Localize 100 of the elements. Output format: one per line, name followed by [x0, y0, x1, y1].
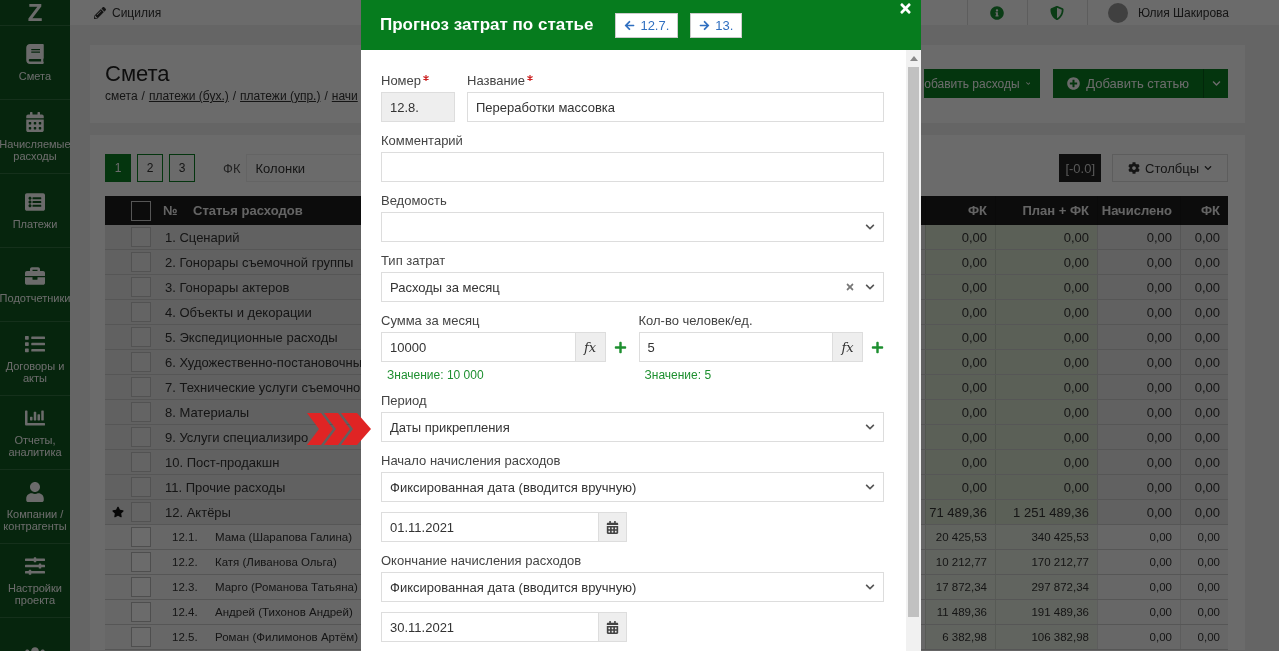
sidebar-item[interactable]: Начисляемые расходы [0, 99, 70, 173]
row-checkbox[interactable] [131, 602, 151, 622]
scrollbar[interactable] [906, 50, 921, 651]
select-field[interactable]: Фиксированная дата (вводится вручную) [381, 572, 884, 602]
book-icon [25, 43, 45, 64]
table-cell-text: 5. Экспедиционные расходы [164, 328, 338, 347]
rounding-button[interactable]: [-0.0] [1059, 154, 1101, 182]
text-field[interactable]: Переработки массовка [467, 92, 884, 122]
page-button[interactable]: 3 [169, 154, 195, 182]
clear-icon[interactable] [845, 282, 855, 292]
table-cell-text: 12.3. [171, 580, 199, 595]
sidebar-item[interactable]: Подотчетники [0, 247, 70, 321]
table-cell: 297 872,34 [995, 575, 1097, 599]
field-label: Окончание начисления расходов [381, 552, 583, 570]
table-cell-text: 9. Услуги специализиро [164, 428, 309, 447]
calendar-button[interactable] [599, 612, 627, 642]
shield-icon[interactable] [1050, 5, 1065, 20]
columns-button[interactable]: Столбцы [1112, 154, 1228, 182]
sidebar-item[interactable]: Платежи [0, 173, 70, 247]
table-cell: 0,00 [1180, 300, 1228, 324]
table-cell: 340 425,53 [995, 525, 1097, 549]
sidebar-item[interactable]: Компании / контрагенты [0, 469, 70, 543]
field-label: Период [381, 392, 428, 410]
caret-icon [865, 222, 875, 232]
date-field[interactable]: 30.11.2021 [381, 612, 599, 642]
table-cell: 0,00 [995, 275, 1097, 299]
table-cell: 0,00 [1097, 600, 1180, 624]
plus-icon[interactable] [871, 340, 884, 354]
date-field[interactable]: 01.11.2021 [381, 512, 599, 542]
caret-icon [865, 422, 875, 432]
calendar-button[interactable] [599, 512, 627, 542]
star-icon[interactable] [112, 506, 124, 518]
formula-button[interactable]: fx [833, 332, 863, 362]
table-cell: 0,00 [1180, 450, 1228, 474]
table-cell: 0,00 [925, 225, 995, 249]
page-button[interactable]: 2 [137, 154, 163, 182]
table-cell: 170 212,77 [995, 550, 1097, 574]
text-field[interactable] [381, 152, 884, 182]
table-cell: 0,00 [995, 350, 1097, 374]
field-label: Ведомость [381, 192, 448, 210]
page-button[interactable]: 1 [105, 154, 131, 182]
table-cell: 0,00 [925, 250, 995, 274]
caret-icon [865, 282, 875, 292]
row-checkbox[interactable] [131, 527, 151, 547]
row-checkbox[interactable] [131, 577, 151, 597]
breadcrumb-link[interactable]: платежи (бух.) [148, 89, 229, 103]
table-cell: 0,00 [1180, 325, 1228, 349]
breadcrumb-link[interactable]: начи [331, 89, 358, 103]
dialog-title: Прогноз затрат по статье [380, 15, 594, 35]
close-button[interactable] [898, 1, 913, 16]
number-field[interactable]: 5 [638, 332, 833, 362]
value-hint: Значение: 5 [643, 368, 713, 382]
dropdown-button[interactable] [1203, 69, 1228, 98]
table-cell: 106 382,98 [995, 625, 1097, 649]
table-cell-text: Катя (Ливанова Ольга) [215, 555, 337, 570]
table-cell-text: 12.5. [171, 630, 199, 645]
calendar-icon [25, 111, 45, 132]
briefcase-icon [25, 265, 45, 286]
project-name[interactable]: Сицилия [112, 5, 162, 20]
select-field[interactable]: Фиксированная дата (вводится вручную) [381, 472, 884, 502]
breadcrumb-link[interactable]: платежи (упр.) [240, 89, 321, 103]
table-cell: 0,00 [1097, 475, 1180, 499]
plus-icon[interactable] [613, 340, 627, 354]
sidebar-item[interactable]: Отчеты, аналитика [0, 395, 70, 469]
calendar-icon [606, 620, 619, 634]
formula-button[interactable]: fx [575, 332, 606, 362]
sidebar-item[interactable]: Настройки проекта [0, 543, 70, 617]
user-name[interactable]: Юлия Шакирова [1138, 5, 1229, 20]
table-cell-text: 12.1. [171, 530, 199, 545]
row-checkbox[interactable] [131, 552, 151, 572]
add-item-button[interactable]: Добавить статью [1053, 69, 1203, 98]
table-cell: 0,00 [1180, 350, 1228, 374]
select-all-checkbox[interactable] [131, 200, 151, 221]
caret-icon [1204, 164, 1212, 172]
sidebar-item[interactable]: Договоры и акты [0, 321, 70, 395]
scroll-thumb[interactable] [908, 67, 919, 617]
number-field[interactable]: 10000 [381, 332, 576, 362]
table-cell-text: 3. Гонорары актеров [164, 278, 290, 297]
table-cell-text: Мама (Шарапова Галина) [215, 530, 353, 545]
next-item-button[interactable]: 13. [690, 12, 743, 38]
caret-icon [865, 482, 875, 492]
previous-item-button[interactable]: 12.7. [615, 12, 679, 38]
select-field[interactable] [381, 212, 884, 242]
table-cell: 10 212,77 [925, 550, 995, 574]
table-cell: 0,00 [995, 375, 1097, 399]
avatar[interactable] [1108, 2, 1128, 23]
info-icon[interactable] [990, 5, 1005, 20]
field-label: Название [467, 72, 884, 90]
select-field[interactable]: Расходы за месяц [381, 272, 884, 302]
table-cell: 0,00 [995, 475, 1097, 499]
sidebar-item[interactable]: Смета [0, 25, 70, 99]
pencil-icon[interactable] [94, 6, 106, 19]
table-cell: 0,00 [1180, 475, 1228, 499]
add-expenses-button[interactable]: обавить расходы [924, 69, 1041, 98]
table-cell: 0,00 [1097, 575, 1180, 599]
scroll-up-icon[interactable] [909, 56, 918, 61]
sliders-icon [25, 555, 45, 576]
breadcrumb-text: / [141, 89, 145, 103]
row-checkbox[interactable] [131, 627, 151, 647]
select-field[interactable]: Даты прикрепления [381, 412, 884, 442]
